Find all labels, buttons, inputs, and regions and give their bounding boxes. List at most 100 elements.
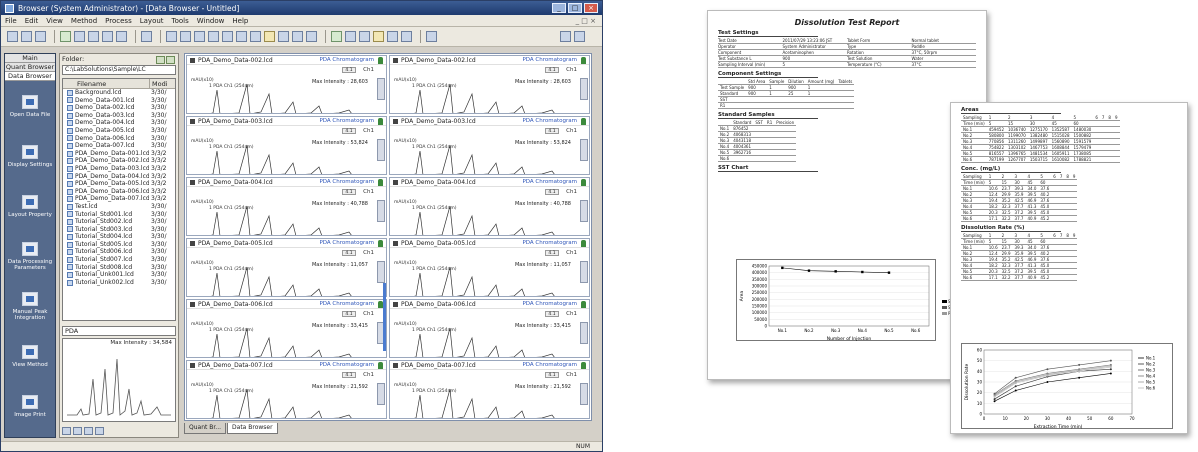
- chromatogram-cell[interactable]: PDA_Demo_Data-002.lcd PDA Chromatogram 4.1…: [186, 55, 387, 114]
- pda-select[interactable]: PDA: [62, 326, 176, 336]
- channel-badge[interactable]: 4.1: [342, 311, 356, 317]
- layout-1-icon[interactable]: [166, 31, 177, 42]
- cut-icon[interactable]: [60, 31, 71, 42]
- settings-icon[interactable]: [426, 31, 437, 42]
- menu-help[interactable]: Help: [232, 17, 248, 25]
- integration-icon[interactable]: [331, 31, 342, 42]
- file-row[interactable]: PDA_Demo_Data-004.lcd 3/3/2: [63, 173, 175, 181]
- menu-tools[interactable]: Tools: [172, 17, 189, 25]
- file-row[interactable]: PDA_Demo_Data-006.lcd 3/3/2: [63, 188, 175, 196]
- menu-window[interactable]: Window: [197, 17, 225, 25]
- file-row[interactable]: PDA_Demo_Data-007.lcd 3/3/2: [63, 195, 175, 203]
- collapse-icon[interactable]: [393, 118, 398, 124]
- paste-icon[interactable]: [88, 31, 99, 42]
- collapse-icon[interactable]: [393, 57, 398, 63]
- channel-badge[interactable]: 4.1: [545, 311, 559, 317]
- tree-icon[interactable]: [581, 56, 586, 64]
- chromatogram-cell[interactable]: PDA_Demo_Data-003.lcd PDA Chromatogram 4.1…: [186, 116, 387, 175]
- file-row[interactable]: Tutorial_Std003.lcd 3/30/: [63, 226, 175, 234]
- new-icon[interactable]: [7, 31, 18, 42]
- collapse-icon[interactable]: [393, 240, 398, 246]
- layout-4-icon[interactable]: [208, 31, 219, 42]
- tab-quant-browser-doc[interactable]: Quant Br...: [184, 423, 227, 434]
- tree-icon[interactable]: [378, 178, 383, 186]
- channel-badge[interactable]: 4.1: [545, 372, 559, 378]
- tree-icon[interactable]: [581, 117, 586, 125]
- detail-view-icon[interactable]: [84, 427, 93, 435]
- tree-icon[interactable]: [378, 361, 383, 369]
- nav-open-data-file[interactable]: Open Data File: [5, 81, 55, 131]
- mdi-controls[interactable]: _ □ ×: [576, 17, 596, 25]
- chromatogram-cell[interactable]: PDA_Demo_Data-004.lcd PDA Chromatogram 4.1…: [389, 177, 590, 236]
- channel-badge[interactable]: 4.1: [342, 128, 356, 134]
- file-row[interactable]: Tutorial_Std008.lcd 3/30/: [63, 264, 175, 272]
- export-icon[interactable]: [373, 31, 384, 42]
- zoom-fit-icon[interactable]: [250, 31, 261, 42]
- channel-badge[interactable]: 4.1: [342, 189, 356, 195]
- grid-scroll-indicator[interactable]: [383, 283, 386, 351]
- tree-icon[interactable]: [581, 300, 586, 308]
- close-button[interactable]: ×: [584, 3, 598, 13]
- tab-data-browser[interactable]: Data Browser: [5, 72, 55, 81]
- file-row[interactable]: Demo_Data-005.lcd 3/30/: [63, 127, 175, 135]
- collapse-icon[interactable]: [393, 179, 398, 185]
- collapse-icon[interactable]: [190, 301, 195, 307]
- list-view-icon[interactable]: [73, 427, 82, 435]
- layout-2-icon[interactable]: [180, 31, 191, 42]
- channel-badge[interactable]: 4.1: [342, 67, 356, 73]
- chromatogram-cell[interactable]: PDA_Demo_Data-006.lcd PDA Chromatogram 4.1…: [389, 299, 590, 358]
- tree-icon[interactable]: [581, 178, 586, 186]
- channel-badge[interactable]: 4.1: [342, 250, 356, 256]
- chromatogram-cell[interactable]: PDA_Demo_Data-005.lcd PDA Chromatogram 4.1…: [389, 238, 590, 297]
- chart-icon[interactable]: [387, 31, 398, 42]
- chromatogram-cell[interactable]: PDA_Demo_Data-003.lcd PDA Chromatogram 4.1…: [389, 116, 590, 175]
- print-icon[interactable]: [102, 31, 113, 42]
- channel-badge[interactable]: 4.1: [342, 372, 356, 378]
- file-row[interactable]: Tutorial_Std004.lcd 3/30/: [63, 233, 175, 241]
- file-row[interactable]: PDA_Demo_Data-003.lcd 3/3/2: [63, 165, 175, 173]
- zoom-out-icon[interactable]: [236, 31, 247, 42]
- folder-view-icon[interactable]: [62, 427, 71, 435]
- layout-3-icon[interactable]: [194, 31, 205, 42]
- file-row[interactable]: Demo_Data-004.lcd 3/30/: [63, 119, 175, 127]
- file-row[interactable]: PDA_Demo_Data-001.lcd 3/3/2: [63, 150, 175, 158]
- tree-icon[interactable]: [378, 56, 383, 64]
- nav-image-print[interactable]: Image Print: [5, 381, 55, 431]
- file-row[interactable]: Demo_Data-001.lcd 3/30/: [63, 97, 175, 105]
- channel-badge[interactable]: 4.1: [545, 67, 559, 73]
- collapse-icon[interactable]: [190, 118, 195, 124]
- maximize-button[interactable]: □: [568, 3, 582, 13]
- tree-icon[interactable]: [581, 361, 586, 369]
- channel-badge[interactable]: 4.1: [545, 189, 559, 195]
- collapse-icon[interactable]: [190, 179, 195, 185]
- nav-data-processing[interactable]: Data Processing Parameters: [5, 231, 55, 281]
- file-row[interactable]: Demo_Data-007.lcd 3/30/: [63, 142, 175, 150]
- copy-icon[interactable]: [74, 31, 85, 42]
- tab-data-browser-doc[interactable]: Data Browser: [227, 423, 278, 434]
- nav-manual-peak[interactable]: Manual Peak Integration: [5, 281, 55, 331]
- file-row[interactable]: Tutorial_Std007.lcd 3/30/: [63, 256, 175, 264]
- collapse-icon[interactable]: [190, 57, 195, 63]
- nav-view-method[interactable]: View Method: [5, 331, 55, 381]
- collapse-icon[interactable]: [190, 362, 195, 368]
- tab-main[interactable]: Main: [5, 54, 55, 63]
- menu-edit[interactable]: Edit: [25, 17, 39, 25]
- file-row[interactable]: Demo_Data-003.lcd 3/30/: [63, 112, 175, 120]
- menu-file[interactable]: File: [5, 17, 17, 25]
- chromatogram-cell[interactable]: PDA_Demo_Data-007.lcd PDA Chromatogram 4.1…: [389, 360, 590, 419]
- file-row[interactable]: Tutorial_Std002.lcd 3/30/: [63, 218, 175, 226]
- nav-layout-property[interactable]: Layout Property: [5, 181, 55, 231]
- view-icon[interactable]: [166, 56, 175, 64]
- col-filename[interactable]: Filename: [63, 79, 149, 88]
- file-row[interactable]: PDA_Demo_Data-002.lcd 3/3/2: [63, 157, 175, 165]
- chromatogram-cell[interactable]: PDA_Demo_Data-004.lcd PDA Chromatogram 4.1…: [186, 177, 387, 236]
- menu-view[interactable]: View: [46, 17, 63, 25]
- chromatogram-cell[interactable]: PDA_Demo_Data-002.lcd PDA Chromatogram 4.1…: [389, 55, 590, 114]
- file-row[interactable]: Tutorial_Unk001.lcd 3/30/: [63, 271, 175, 279]
- help-icon[interactable]: [141, 31, 152, 42]
- chromatogram-cell[interactable]: PDA_Demo_Data-007.lcd PDA Chromatogram 4.1…: [186, 360, 387, 419]
- collapse-icon[interactable]: [190, 240, 195, 246]
- file-row[interactable]: Tutorial_Unk002.lcd 3/30/: [63, 279, 175, 287]
- channel-badge[interactable]: 4.1: [545, 250, 559, 256]
- menu-method[interactable]: Method: [71, 17, 97, 25]
